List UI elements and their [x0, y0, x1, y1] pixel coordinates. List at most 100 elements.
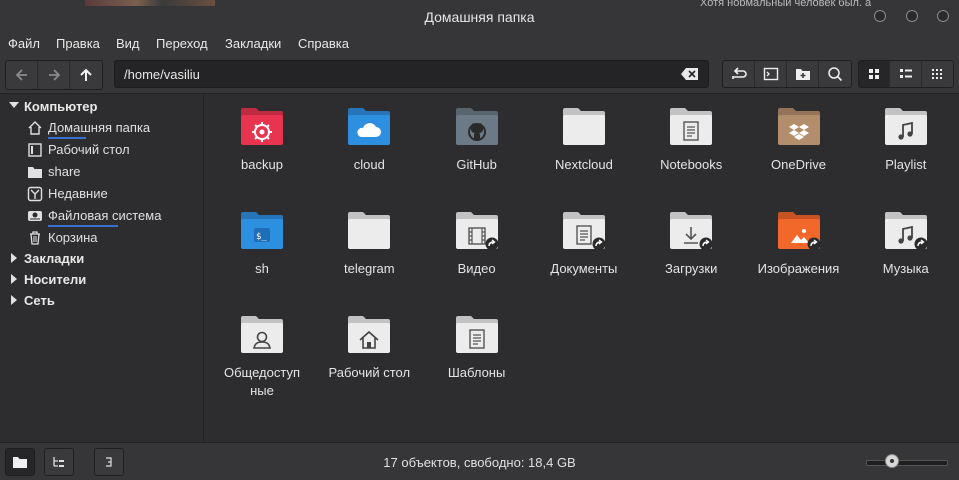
file-item[interactable]: Рабочий стол	[314, 302, 424, 402]
menu-view[interactable]: Вид	[116, 36, 140, 51]
collapsed-arrow-icon	[11, 295, 17, 305]
folder-icon	[348, 316, 391, 353]
up-button[interactable]	[70, 61, 102, 89]
sidebar: Компьютер Домашняя папка Рабочий стол sh…	[0, 94, 204, 442]
folder-icon	[348, 108, 391, 145]
file-item-name: Общедоступ ные	[207, 364, 317, 400]
menu-file[interactable]: Файл	[8, 36, 40, 51]
file-item[interactable]: Общедоступ ные	[207, 302, 317, 402]
file-item[interactable]: Видео	[422, 198, 532, 298]
zoom-slider-handle[interactable]	[885, 454, 899, 468]
icon-view-button[interactable]	[859, 61, 891, 87]
sidebar-section-computer[interactable]: Компьютер	[0, 97, 203, 117]
file-item[interactable]: Notebooks	[636, 94, 746, 194]
menu-bar: Файл Правка Вид Переход Закладки Справка	[0, 33, 959, 55]
search-button[interactable]	[819, 61, 851, 87]
sidebar-header-label: Сеть	[24, 293, 55, 308]
maximize-button[interactable]	[906, 10, 918, 22]
sidebar-header-label: Носители	[24, 272, 87, 287]
file-item-name: Notebooks	[660, 157, 723, 172]
folder-icon	[241, 108, 283, 145]
file-item-name: Nextcloud	[554, 157, 613, 172]
sidebar-section-network[interactable]: Сеть	[0, 291, 203, 311]
file-item[interactable]: Загрузки	[636, 198, 746, 298]
file-view[interactable]: backup cloud GitHub Nextcloud Notebooks OneDr…	[204, 94, 959, 442]
underline-decoration	[48, 225, 118, 227]
zoom-slider[interactable]	[866, 460, 948, 466]
compact-view-button[interactable]	[922, 61, 953, 87]
recent-icon	[27, 186, 43, 202]
file-item-name-line: ные	[250, 383, 274, 398]
file-item-name: sh	[255, 261, 269, 276]
file-item[interactable]: Изображения	[744, 198, 854, 298]
file-item-name: backup	[241, 157, 283, 172]
desktop-icon	[28, 143, 42, 157]
expand-arrow-icon	[9, 102, 19, 108]
sidebar-item-filesystem[interactable]: Файловая система	[0, 206, 203, 227]
sidebar-section-bookmarks[interactable]: Закладки	[0, 249, 203, 269]
clear-location-icon[interactable]	[681, 68, 699, 80]
sidebar-item-trash[interactable]: Корзина	[0, 228, 203, 248]
menu-help[interactable]: Справка	[298, 36, 349, 51]
collapsed-arrow-icon	[11, 253, 17, 263]
status-bar: 17 объектов, свободно: 18,4 GB	[0, 442, 959, 480]
file-item[interactable]: cloud	[314, 94, 424, 194]
file-item-name: GitHub	[456, 157, 497, 172]
toolbar: /home/vasiliu	[0, 55, 959, 94]
folder-icon	[884, 108, 927, 145]
file-item-name: Музыка	[882, 261, 929, 276]
sidebar-item-share[interactable]: share	[0, 162, 203, 182]
back-button[interactable]	[6, 61, 38, 89]
collapsed-arrow-icon	[11, 274, 17, 284]
folder-icon: $_	[241, 212, 283, 249]
sidebar-item-desktop[interactable]: Рабочий стол	[0, 140, 203, 160]
list-icon	[899, 69, 912, 78]
location-bar[interactable]: /home/vasiliu	[114, 60, 709, 88]
sidebar-header-label: Компьютер	[24, 99, 98, 114]
menu-go[interactable]: Переход	[156, 36, 208, 51]
menu-edit[interactable]: Правка	[56, 36, 100, 51]
navigation-buttons	[5, 60, 103, 90]
title-bar[interactable]: Хотя нормальный человек был, а Домашняя …	[0, 0, 959, 33]
folder-icon	[670, 212, 713, 250]
open-terminal-button[interactable]	[755, 61, 787, 87]
close-button[interactable]	[937, 10, 949, 22]
file-item-name: Playlist	[885, 157, 927, 172]
sidebar-header-label: Закладки	[24, 251, 85, 266]
action-buttons	[722, 60, 852, 88]
file-item[interactable]: Музыка	[851, 198, 959, 298]
minimize-button[interactable]	[874, 10, 886, 22]
status-text: 17 объектов, свободно: 18,4 GB	[383, 455, 576, 470]
file-item[interactable]: GitHub	[422, 94, 532, 194]
folder-icon	[455, 316, 498, 353]
file-item[interactable]: Документы	[529, 198, 639, 298]
folder-icon	[562, 212, 606, 250]
forward-button[interactable]	[38, 61, 70, 89]
file-item[interactable]: telegram	[314, 198, 424, 298]
toggle-location-button[interactable]	[723, 61, 755, 87]
sidebar-item-label: share	[48, 164, 81, 179]
sidebar-item-recent[interactable]: Недавние	[0, 184, 203, 204]
file-item[interactable]: backup	[207, 94, 317, 194]
search-icon	[828, 67, 843, 82]
svg-text:$_: $_	[256, 232, 267, 242]
grid-icon	[869, 69, 880, 79]
folder-icon	[348, 212, 391, 249]
sidebar-item-home[interactable]: Домашняя папка	[0, 118, 203, 139]
trash-icon	[30, 231, 40, 245]
location-input[interactable]: /home/vasiliu	[124, 67, 200, 82]
list-view-button[interactable]	[890, 61, 922, 87]
compact-grid-icon	[932, 69, 943, 79]
arrow-up-icon	[80, 68, 92, 81]
sidebar-section-devices[interactable]: Носители	[0, 270, 203, 290]
menu-bookmarks[interactable]: Закладки	[225, 36, 281, 51]
file-item-name: Загрузки	[665, 261, 718, 276]
new-folder-button[interactable]	[787, 61, 819, 87]
file-item-name: telegram	[344, 261, 395, 276]
folder-icon	[455, 212, 499, 250]
file-item[interactable]: Nextcloud	[529, 94, 639, 194]
file-item[interactable]: Playlist	[851, 94, 959, 194]
file-item[interactable]: $_sh	[207, 198, 317, 298]
file-item[interactable]: Шаблоны	[422, 302, 532, 402]
file-item[interactable]: OneDrive	[744, 94, 854, 194]
